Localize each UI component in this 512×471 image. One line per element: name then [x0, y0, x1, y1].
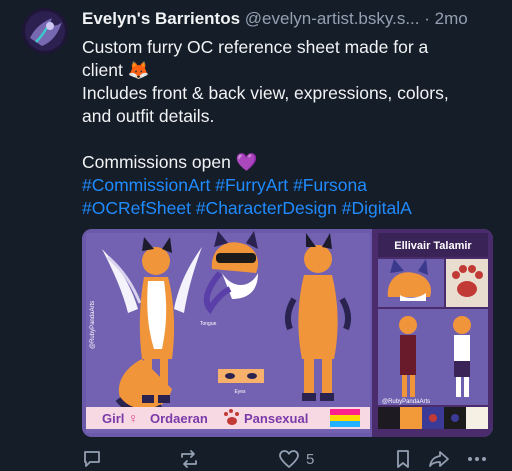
hashtag-link[interactable]: #CharacterDesign — [196, 198, 337, 218]
share-icon — [429, 451, 449, 467]
post-card[interactable]: Evelyn's Barrientos @evelyn-artist.bsky.… — [0, 0, 512, 471]
header-separator: · — [424, 9, 430, 28]
post-image[interactable]: Ellivair Talamir @RubyPandaArts Tongue E… — [82, 229, 493, 437]
hashtag-link[interactable]: #CommissionArt — [82, 175, 210, 195]
bookmark-button[interactable] — [394, 448, 412, 470]
tag-label: Girl — [102, 411, 124, 426]
post-timestamp[interactable]: 2mo — [435, 9, 468, 28]
avatar[interactable] — [22, 8, 68, 54]
eyes-label: Eyes — [234, 389, 246, 395]
hashtag-row: #OCRefSheet #CharacterDesign #DigitalA — [82, 197, 492, 220]
post-text-line: Includes front & back view, expressions,… — [82, 83, 449, 103]
watermark-text: @RubyPandaArts — [382, 399, 430, 405]
post-text-line: client 🦊 — [82, 60, 150, 80]
svg-text:♀: ♀ — [128, 410, 139, 426]
character-name: Ellivair Talamir — [394, 240, 472, 252]
palette-swatch — [466, 407, 488, 429]
author-handle[interactable]: @evelyn-artist.bsky.s... — [245, 9, 420, 28]
post-text-spacer — [82, 128, 492, 151]
palette-swatch — [400, 407, 422, 429]
reply-button[interactable] — [82, 448, 102, 470]
more-options-button[interactable] — [466, 448, 488, 470]
more-icon — [468, 457, 486, 461]
post-text-line: Commissions open 💜 — [82, 152, 258, 172]
tag-label: Ordaeran — [150, 411, 208, 426]
share-button[interactable] — [428, 448, 450, 470]
hashtag-row: #CommissionArt #FurryArt #Fursona — [82, 174, 492, 197]
watermark-text: @RubyPandaArts — [90, 301, 96, 349]
repost-button[interactable] — [178, 448, 200, 470]
hashtag-link[interactable]: #FurryArt — [215, 175, 288, 195]
like-count: 5 — [306, 450, 315, 468]
tag-label: Pansexual — [244, 411, 308, 426]
bookmark-icon — [397, 450, 409, 468]
post-header: Evelyn's Barrientos @evelyn-artist.bsky.… — [82, 9, 502, 29]
post-text-line: and outfit details. — [82, 106, 215, 126]
hashtag-link[interactable]: #Fursona — [293, 175, 367, 195]
hashtag-link[interactable]: #DigitalA — [342, 198, 412, 218]
post-text-line: Custom furry OC reference sheet made for… — [82, 37, 429, 57]
author-display-name[interactable]: Evelyn's Barrientos — [82, 9, 240, 28]
hashtag-link[interactable]: #OCRefSheet — [82, 198, 191, 218]
palette-swatch — [378, 407, 400, 429]
post-text: Custom furry OC reference sheet made for… — [82, 36, 492, 220]
tongue-label: Tongue — [200, 321, 217, 327]
heart-icon — [279, 450, 299, 468]
repost-icon — [181, 450, 197, 468]
reply-icon — [84, 451, 100, 467]
post-actions: 5 — [82, 448, 494, 470]
like-button[interactable]: 5 — [278, 448, 314, 470]
